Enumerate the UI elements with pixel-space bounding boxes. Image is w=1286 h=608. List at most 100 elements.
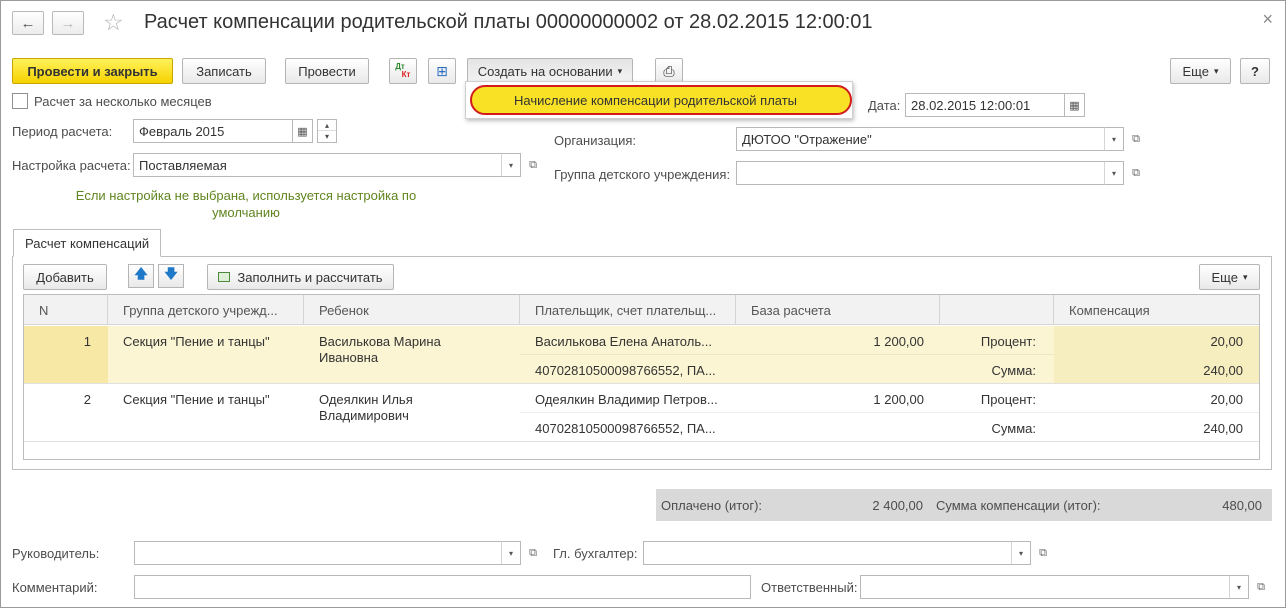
row-account: 40702810500098766552, ПА...: [535, 421, 716, 436]
setting-open-button[interactable]: ⧉: [523, 153, 543, 177]
table-more-label: Еще: [1211, 269, 1238, 285]
row-base: 1 200,00: [873, 392, 924, 407]
row-number: 2: [83, 392, 91, 407]
move-up-button[interactable]: 🡅: [128, 264, 154, 288]
chevron-down-icon: ▾: [1111, 134, 1116, 144]
row-percent-label: Процент:: [980, 392, 1036, 407]
forward-button[interactable]: →: [52, 11, 84, 35]
row-group: Секция "Пение и танцы": [123, 334, 270, 349]
table-more-button[interactable]: Еще ▾: [1199, 264, 1260, 290]
row-number: 1: [83, 334, 91, 349]
chevron-down-icon: ▾: [1018, 548, 1023, 558]
organization-open-button[interactable]: ⧉: [1126, 127, 1146, 151]
move-down-button[interactable]: 🡇: [158, 264, 184, 288]
open-icon: ⧉: [529, 158, 537, 171]
responsible-open-button[interactable]: ⧉: [1251, 575, 1271, 599]
more-button[interactable]: Еще ▾: [1170, 58, 1231, 84]
organization-input[interactable]: ДЮТОО "Отражение": [736, 127, 1106, 151]
responsible-input[interactable]: [860, 575, 1231, 599]
fill-and-calc-button[interactable]: Заполнить и рассчитать: [207, 264, 394, 290]
calendar-button[interactable]: ▦: [293, 119, 313, 143]
back-button[interactable]: ←: [12, 11, 44, 35]
chevron-down-icon: ▾: [1213, 65, 1219, 76]
row-sum-label: Сумма:: [991, 363, 1036, 378]
head-input[interactable]: [134, 541, 503, 565]
close-icon[interactable]: ×: [1262, 9, 1273, 30]
col-n-header[interactable]: N: [24, 295, 108, 325]
group-input[interactable]: [736, 161, 1106, 185]
col-group-header[interactable]: Группа детского учрежд...: [108, 295, 304, 325]
printer-icon: ⎙: [663, 62, 675, 79]
accountant-input[interactable]: [643, 541, 1013, 565]
arrow-up-icon: 🡅: [134, 266, 148, 281]
row-percent-label: Процент:: [980, 334, 1036, 349]
open-icon: ⧉: [1132, 132, 1140, 145]
organization-label: Организация:: [554, 133, 637, 148]
page-title: Расчет компенсации родительской платы 00…: [144, 11, 873, 33]
paid-total-value: 2 400,00: [872, 498, 923, 513]
setting-input[interactable]: Поставляемая: [133, 153, 503, 177]
multi-month-checkbox[interactable]: [12, 93, 28, 109]
create-based-on-menu: Начисление компенсации родительской плат…: [465, 81, 853, 119]
accountant-dropdown-button[interactable]: ▾: [1011, 541, 1031, 565]
row-group: Секция "Пение и танцы": [123, 392, 270, 407]
open-icon: ⧉: [529, 546, 537, 559]
calendar-icon: ▦: [1069, 99, 1080, 112]
head-open-button[interactable]: ⧉: [523, 541, 543, 565]
date-input[interactable]: 28.02.2015 12:00:01: [905, 93, 1065, 117]
spin-down-icon[interactable]: ▾: [318, 131, 336, 142]
favorite-star-icon[interactable]: ☆: [103, 9, 124, 36]
chevron-down-icon: ▾: [1242, 271, 1248, 282]
structure-button[interactable]: ⊞: [428, 58, 456, 84]
row-divider: [520, 412, 1259, 413]
period-input[interactable]: Февраль 2015: [133, 119, 293, 143]
row-sum: 240,00: [1203, 363, 1243, 378]
spin-up-icon[interactable]: ▴: [318, 120, 336, 131]
more-label: Еще: [1182, 63, 1209, 79]
chevron-down-icon: ▾: [617, 65, 623, 76]
row-child-line2: Ивановна: [319, 350, 379, 365]
save-button[interactable]: Записать: [182, 58, 266, 84]
open-icon: ⧉: [1257, 580, 1265, 593]
help-button[interactable]: ?: [1240, 58, 1270, 84]
add-button[interactable]: Добавить: [23, 264, 107, 290]
totals-bar: Оплачено (итог): 2 400,00 Сумма компенса…: [656, 489, 1272, 521]
fill-and-calc-label: Заполнить и рассчитать: [237, 269, 383, 285]
menu-item-parental-compensation-accrual[interactable]: Начисление компенсации родительской плат…: [470, 85, 852, 115]
group-open-button[interactable]: ⧉: [1126, 161, 1146, 185]
fill-icon: [218, 272, 231, 282]
post-button[interactable]: Провести: [285, 58, 369, 84]
col-base-header[interactable]: База расчета: [736, 295, 940, 325]
col-compensation-header[interactable]: Компенсация: [1054, 295, 1259, 325]
table-row[interactable]: 1 Секция "Пение и танцы" Василькова Мари…: [24, 326, 1259, 384]
head-dropdown-button[interactable]: ▾: [501, 541, 521, 565]
responsible-dropdown-button[interactable]: ▾: [1229, 575, 1249, 599]
organization-dropdown-button[interactable]: ▾: [1104, 127, 1124, 151]
open-icon: ⧉: [1132, 166, 1140, 179]
document-window: ← → ☆ Расчет компенсации родительской пл…: [0, 0, 1286, 608]
period-spinner[interactable]: ▴ ▾: [317, 119, 337, 143]
setting-label: Настройка расчета:: [12, 158, 131, 173]
forward-arrow-icon: →: [60, 14, 76, 32]
setting-dropdown-button[interactable]: ▾: [501, 153, 521, 177]
chevron-down-icon: ▾: [1236, 582, 1241, 592]
create-based-on-label: Создать на основании: [477, 63, 613, 79]
date-calendar-button[interactable]: ▦: [1065, 93, 1085, 117]
compensation-table: N Группа детского учрежд... Ребенок Плат…: [23, 294, 1260, 460]
tab-compensation-calc[interactable]: Расчет компенсаций: [13, 229, 162, 257]
arrow-down-icon: 🡇: [164, 266, 178, 281]
dt-kt-button[interactable]: Дт Кт: [389, 58, 417, 84]
accountant-open-button[interactable]: ⧉: [1033, 541, 1053, 565]
row-sum: 240,00: [1203, 421, 1243, 436]
table-row[interactable]: 2 Секция "Пение и танцы" Одеялкин Илья В…: [24, 384, 1259, 442]
row-percent: 20,00: [1210, 392, 1243, 407]
col-blank-header[interactable]: [940, 295, 1054, 325]
row-percent: 20,00: [1210, 334, 1243, 349]
chevron-down-icon: ▾: [508, 160, 513, 170]
post-and-close-button[interactable]: Провести и закрыть: [12, 58, 173, 84]
col-payer-header[interactable]: Плательщик, счет плательщ...: [520, 295, 736, 325]
chevron-down-icon: ▾: [508, 548, 513, 558]
group-dropdown-button[interactable]: ▾: [1104, 161, 1124, 185]
comment-input[interactable]: [134, 575, 751, 599]
col-child-header[interactable]: Ребенок: [304, 295, 520, 325]
